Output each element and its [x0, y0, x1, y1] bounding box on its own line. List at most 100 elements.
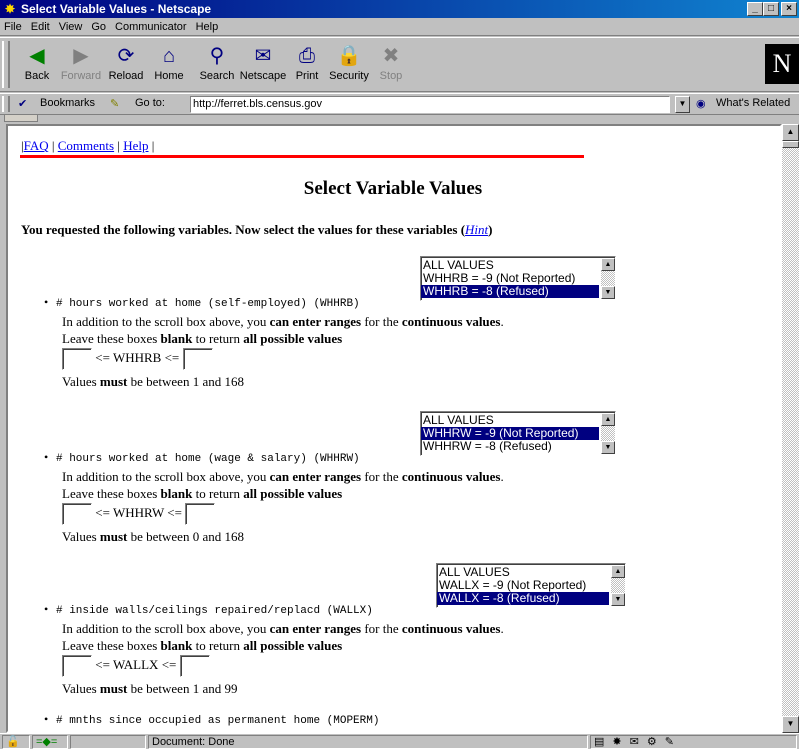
vertical-scrollbar[interactable]: ▲ ▼ [782, 124, 799, 733]
progress-meter [70, 735, 146, 749]
text-bold: must [99, 529, 128, 544]
comments-link[interactable]: Comments [58, 138, 114, 153]
listbox-option[interactable]: WALLX = -9 (Not Reported) [437, 579, 609, 592]
range-min-input[interactable] [62, 655, 92, 677]
window-controls: _ □ × [747, 2, 797, 16]
range-variable-code: WALLX [112, 656, 159, 672]
component-bar[interactable]: ▤✸✉⚙✎ [590, 735, 797, 749]
menu-help[interactable]: Help [196, 21, 219, 33]
listbox-option[interactable]: ALL VALUES [421, 414, 599, 427]
listbox-option[interactable]: WHHRB = -9 (Not Reported) [421, 272, 599, 285]
range-max-input[interactable] [179, 655, 210, 677]
value-listbox[interactable]: ALL VALUES WHHRB = -9 (Not Reported) WHHRB… [420, 256, 616, 301]
print-button-label: Print [295, 70, 319, 82]
list-bullet: • [44, 295, 49, 309]
bookmarks-button[interactable]: Bookmarks [40, 97, 95, 109]
home-button-label: Home [154, 70, 184, 82]
close-button[interactable]: × [781, 2, 797, 16]
text: for the [364, 314, 399, 329]
menu-edit[interactable]: Edit [31, 21, 50, 33]
netscape-app-icon: ✸ [4, 2, 16, 16]
netscape-button[interactable]: ✉ Netscape [238, 42, 288, 88]
text-bold: blank [160, 331, 193, 346]
window-title: Select Variable Values - Netscape [21, 2, 212, 16]
range-min-input[interactable] [62, 348, 92, 370]
stop-button[interactable]: ✖ Stop [366, 42, 416, 88]
scroll-up-arrow[interactable]: ▲ [611, 565, 625, 578]
blank-instructions: Leave these boxes blank to return all po… [62, 331, 342, 347]
url-dropdown-button[interactable]: ▼ [675, 96, 690, 113]
range-instructions: In addition to the scroll box above, you… [62, 469, 504, 484]
intro-sentence: You requested the following variables. N… [21, 222, 458, 237]
back-button[interactable]: ◀ Back [12, 42, 62, 88]
blank-instructions: Leave these boxes blank to return all po… [62, 638, 342, 654]
forward-button-label: Forward [60, 70, 102, 82]
menu-view[interactable]: View [59, 21, 83, 33]
scroll-down-arrow[interactable]: ▼ [601, 286, 615, 299]
menu-bar: File Edit View Go Communicator Help [0, 18, 799, 36]
range-min-input[interactable] [62, 503, 92, 525]
listbox-option[interactable]: ALL VALUES [421, 259, 599, 272]
min-value: 1 [192, 374, 200, 389]
text: to return [195, 638, 241, 653]
scroll-down-arrow[interactable]: ▼ [601, 441, 615, 454]
text-bold: all possible values [243, 638, 343, 653]
whats-related-button[interactable]: What's Related [716, 97, 790, 109]
menu-communicator[interactable]: Communicator [115, 21, 187, 33]
scroll-down-arrow[interactable]: ▼ [782, 716, 799, 733]
netscape-logo[interactable]: N [765, 44, 799, 84]
back-arrow-icon: ◀ [29, 45, 45, 67]
menu-file[interactable]: File [4, 21, 22, 33]
scroll-up-arrow[interactable]: ▲ [601, 258, 615, 271]
listbox-scrollbar[interactable]: ▲ ▼ [601, 258, 615, 299]
max-value: 168 [224, 374, 245, 389]
hint-link[interactable]: Hint [465, 222, 488, 237]
home-button[interactable]: ⌂ Home [144, 42, 194, 88]
value-listbox[interactable]: ALL VALUES WHHRW = -9 (Not Reported) WHHRW… [420, 411, 616, 456]
text-bold: all possible values [243, 486, 343, 501]
range-max-input[interactable] [182, 348, 213, 370]
variable-block: • # mnths since occupied as permanent hom… [8, 712, 778, 731]
listbox-option[interactable]: WHHRB = -8 (Refused) [421, 285, 599, 298]
maximize-button[interactable]: □ [763, 2, 779, 16]
netscape-icon: ✉ [254, 45, 272, 67]
page-content: |FAQ | Comments | Help | Select Variable… [6, 124, 782, 733]
status-text: Document: Done [148, 735, 588, 749]
security-status-icon[interactable]: 🔓 [2, 735, 30, 749]
min-value: 1 [192, 681, 200, 696]
toolbar-grip[interactable] [2, 41, 10, 88]
location-grip[interactable] [2, 96, 10, 112]
listbox-scrollbar[interactable]: ▲ ▼ [611, 565, 625, 606]
range-max-input[interactable] [185, 503, 216, 525]
scroll-thumb[interactable] [782, 141, 799, 148]
url-input[interactable]: http://ferret.bls.census.gov [190, 96, 670, 113]
collapsed-toolbar-tab[interactable] [4, 115, 38, 122]
forward-button[interactable]: ▶ Forward [56, 42, 106, 88]
value-listbox[interactable]: ALL VALUES WALLX = -9 (Not Reported) WALLX… [436, 563, 626, 608]
scroll-up-arrow[interactable]: ▲ [601, 413, 615, 426]
forward-arrow-icon: ▶ [73, 45, 89, 67]
search-button-label: Search [199, 70, 235, 82]
text: In addition to the scroll box above, you [62, 621, 267, 636]
minimize-button[interactable]: _ [747, 2, 763, 16]
listbox-option[interactable]: WHHRW = -8 (Refused) [421, 440, 599, 453]
red-divider [20, 155, 584, 158]
related-icon[interactable]: ◉ [696, 97, 706, 110]
listbox-option[interactable]: ALL VALUES [437, 566, 609, 579]
netscape-button-label: Netscape [239, 70, 287, 82]
listbox-option[interactable]: WALLX = -8 (Refused) [437, 592, 609, 605]
security-button-label: Security [329, 70, 369, 82]
scroll-down-arrow[interactable]: ▼ [611, 593, 625, 606]
bookmarks-icon[interactable]: ✔ [18, 97, 27, 110]
scroll-up-arrow[interactable]: ▲ [782, 124, 799, 141]
listbox-scrollbar[interactable]: ▲ ▼ [601, 413, 615, 454]
range-inputs: <= WALLX <= [62, 655, 210, 677]
listbox-option[interactable]: WHHRW = -9 (Not Reported) [421, 427, 599, 440]
help-link[interactable]: Help [123, 138, 148, 153]
location-icon[interactable]: ✎ [110, 97, 119, 110]
text-bold: can enter ranges [269, 314, 362, 329]
menu-go[interactable]: Go [91, 21, 106, 33]
text: Leave these boxes [62, 331, 158, 346]
faq-link[interactable]: FAQ [24, 138, 49, 153]
search-button[interactable]: ⚲ Search [192, 42, 242, 88]
